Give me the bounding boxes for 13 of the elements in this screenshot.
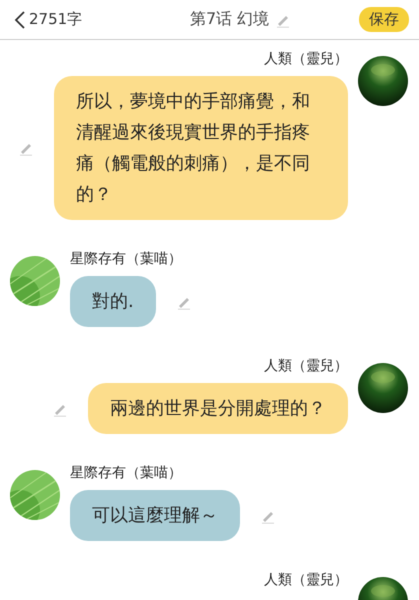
sender-name: 星際存有（葉喵） bbox=[70, 250, 183, 268]
save-button[interactable]: 保存 bbox=[358, 7, 409, 32]
sender-name: 星際存有（葉喵） bbox=[70, 464, 183, 482]
message-bubble: 對的. bbox=[70, 276, 156, 327]
back-button[interactable]: 2751字 bbox=[14, 10, 82, 30]
message-bubble: 所以，夢境中的手部痛覺，和清醒過來後現實世界的手指疼痛（觸電般的刺痛），是不同的？ bbox=[54, 76, 348, 220]
sender-name: 人類（靈兒） bbox=[264, 50, 348, 68]
message-bubble: 可以這麼理解～ bbox=[70, 490, 240, 541]
chapter-title: 第7话 幻境 bbox=[190, 9, 270, 30]
back-icon bbox=[14, 10, 26, 30]
message-bubble: 兩邊的世界是分開處理的？ bbox=[88, 383, 348, 434]
sender-name: 人類（靈兒） bbox=[264, 571, 348, 589]
sender-name: 人類（靈兒） bbox=[264, 357, 348, 375]
